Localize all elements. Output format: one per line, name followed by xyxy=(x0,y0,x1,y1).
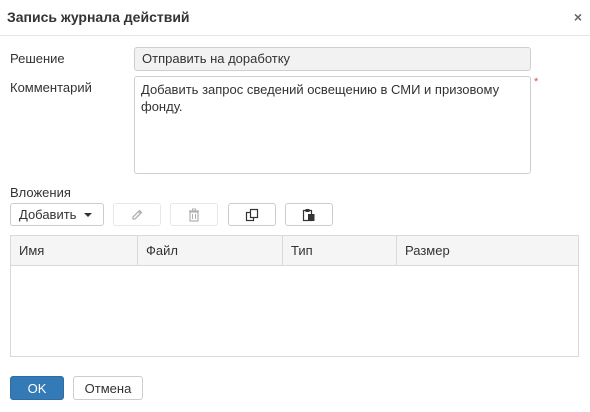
trash-icon xyxy=(189,208,199,222)
paste-icon xyxy=(302,208,315,221)
table-header: Имя Файл Тип Размер xyxy=(11,236,578,266)
edit-attachment-button[interactable] xyxy=(113,203,161,226)
dialog-title: Запись журнала действий xyxy=(7,9,190,25)
attachments-table: Имя Файл Тип Размер xyxy=(10,235,579,357)
caret-down-icon xyxy=(84,212,93,217)
delete-attachment-button[interactable] xyxy=(170,203,218,226)
copy-icon xyxy=(245,208,259,221)
paste-attachment-button[interactable] xyxy=(285,203,333,226)
add-attachment-button[interactable]: Добавить xyxy=(10,203,104,226)
required-marker: * xyxy=(534,76,539,88)
comment-label: Комментарий xyxy=(10,80,92,95)
add-button-label: Добавить xyxy=(19,207,77,222)
column-header-type[interactable]: Тип xyxy=(283,236,397,266)
ok-button[interactable]: OK xyxy=(10,376,64,400)
cancel-button[interactable]: Отмена xyxy=(73,376,143,400)
close-button[interactable]: × xyxy=(570,9,586,25)
attachments-label: Вложения xyxy=(10,185,71,200)
journal-entry-dialog: Запись журнала действий × Решение Отправ… xyxy=(0,0,590,412)
column-header-size[interactable]: Размер xyxy=(397,236,578,266)
dialog-title-bar: Запись журнала действий × xyxy=(0,0,590,36)
decision-label: Решение xyxy=(10,51,65,66)
column-header-file[interactable]: Файл xyxy=(138,236,283,266)
comment-textarea[interactable]: Добавить запрос сведений освещению в СМИ… xyxy=(134,76,531,174)
decision-field: Отправить на доработку xyxy=(134,47,531,71)
copy-attachment-button[interactable] xyxy=(228,203,276,226)
column-header-name[interactable]: Имя xyxy=(11,236,138,266)
pencil-icon xyxy=(132,209,143,220)
